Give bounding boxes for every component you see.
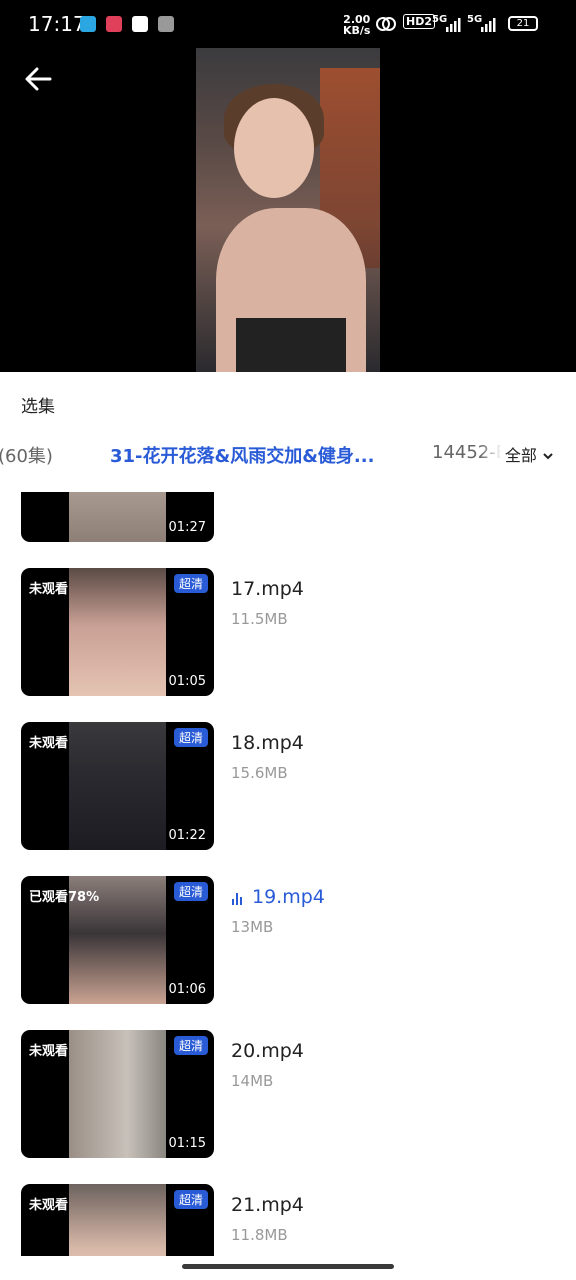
hd-badge: 超清: [173, 574, 208, 593]
app-notification-icon: [132, 16, 148, 32]
duration-label: 01:06: [168, 982, 206, 997]
link-icon: [376, 17, 396, 31]
back-arrow-icon[interactable]: [20, 60, 60, 100]
chevron-down-icon: [543, 453, 553, 460]
watch-status: 已观看78%: [29, 890, 100, 905]
episode-thumbnail[interactable]: 未观看 超清 01:22: [21, 722, 214, 850]
watch-status: 未观看: [29, 1044, 69, 1059]
duration-label: 01:15: [168, 1136, 206, 1151]
episode-size: 14MB: [231, 1072, 274, 1090]
telegram-icon: [80, 16, 96, 32]
filter-dropdown[interactable]: 全部: [500, 442, 554, 466]
battery-icon: 21: [508, 16, 538, 31]
duration-label: 01:27: [168, 520, 206, 535]
episode-list[interactable]: 01:27 未观看 超清 01:05 17.mp4 11.5MB 未观看 超清 …: [0, 492, 576, 1256]
episode-size: 11.5MB: [231, 610, 288, 628]
list-item[interactable]: 01:27: [0, 492, 576, 542]
tab-current-collection[interactable]: 31-花开花落&风雨交加&健身...: [110, 442, 374, 468]
episode-name: 18.mp4: [231, 732, 304, 754]
episode-size: 13MB: [231, 918, 274, 936]
episode-name: 19.mp4: [252, 886, 325, 908]
video-player[interactable]: 17:17 2.00 KB/s HD2 5G 5G 21: [0, 0, 576, 372]
episode-thumbnail[interactable]: 未观看 超清 01:05: [21, 568, 214, 696]
episode-thumbnail[interactable]: 未观看 超清: [21, 1184, 214, 1256]
signal-icon: [446, 18, 461, 32]
video-frame[interactable]: [196, 48, 380, 372]
home-indicator[interactable]: [182, 1264, 394, 1269]
episode-thumbnail[interactable]: 已观看78% 超清 01:06: [21, 876, 214, 1004]
signal-icon: [481, 18, 496, 32]
watch-status: 未观看: [29, 736, 69, 751]
watch-status: 未观看: [29, 582, 69, 597]
app-notification-icon: [106, 16, 122, 32]
status-bar: 17:17 2.00 KB/s HD2 5G 5G 21: [0, 0, 576, 48]
episode-thumbnail[interactable]: 01:27: [21, 492, 214, 542]
network-speed: 2.00 KB/s: [343, 13, 371, 37]
list-item[interactable]: 未观看 超清 01:22 18.mp4 15.6MB: [0, 722, 576, 850]
hd-badge: 超清: [173, 882, 208, 901]
filter-label: 全部: [504, 446, 537, 465]
episode-name: 20.mp4: [231, 1040, 304, 1062]
sheet-title: 选集: [21, 397, 55, 417]
list-item[interactable]: 未观看 超清 01:05 17.mp4 11.5MB: [0, 568, 576, 696]
episode-size: 15.6MB: [231, 764, 288, 782]
tools-notification-icon: [158, 16, 174, 32]
episode-size: 11.8MB: [231, 1226, 288, 1244]
episode-name: 17.mp4: [231, 578, 304, 600]
duration-label: 01:05: [168, 674, 206, 689]
duration-label: 01:22: [168, 828, 206, 843]
episode-thumbnail[interactable]: 未观看 超清 01:15: [21, 1030, 214, 1158]
tab-60-episodes[interactable]: (60集): [0, 442, 53, 468]
hd-badge: 超清: [173, 1190, 208, 1209]
list-item[interactable]: 已观看78% 超清 01:06 19.mp4 13MB: [0, 876, 576, 1004]
hd-badge: 超清: [173, 1036, 208, 1055]
list-item[interactable]: 未观看 超清 01:15 20.mp4 14MB: [0, 1030, 576, 1158]
episode-name: 21.mp4: [231, 1194, 304, 1216]
watch-status: 未观看: [29, 1198, 69, 1213]
hd-voice-icon: HD2: [403, 14, 435, 29]
list-item[interactable]: 未观看 超清 21.mp4 11.8MB: [0, 1184, 576, 1256]
hd-badge: 超清: [173, 728, 208, 747]
now-playing-icon: [232, 893, 246, 905]
status-time: 17:17: [28, 12, 86, 36]
